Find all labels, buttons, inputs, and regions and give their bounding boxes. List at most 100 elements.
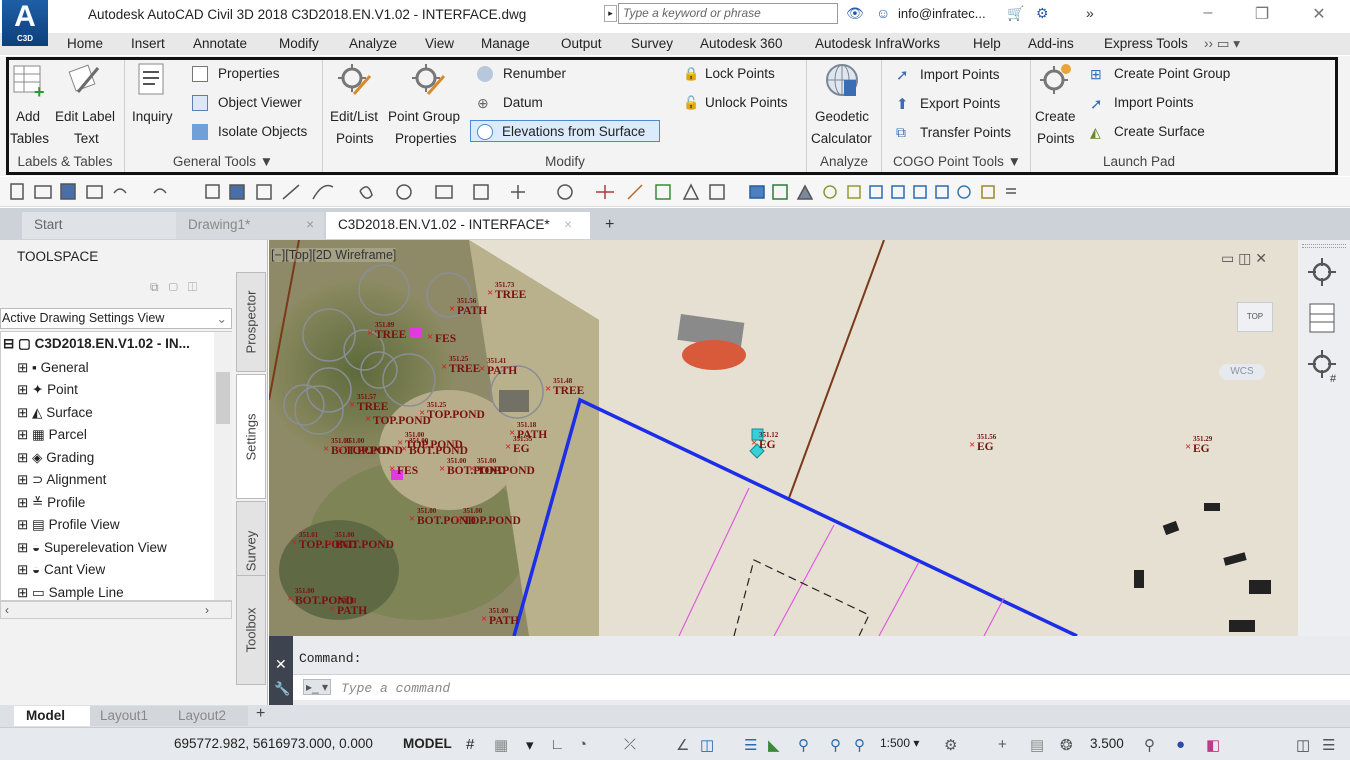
point-marker[interactable]: ×: [419, 407, 425, 419]
tab-annotate[interactable]: Annotate: [193, 36, 247, 51]
grid-icon[interactable]: #: [466, 736, 474, 753]
tab-express-tools[interactable]: Express Tools: [1104, 36, 1188, 51]
tab-autodesk-360[interactable]: Autodesk 360: [700, 36, 783, 51]
auto-scale-icon[interactable]: ⚲: [854, 736, 865, 754]
osnap-tracking-icon[interactable]: ⤫: [624, 736, 636, 753]
autodesk-a360-icon[interactable]: ⚙: [1036, 5, 1049, 22]
point-marker[interactable]: ×: [479, 363, 485, 375]
cart-icon[interactable]: 🛒: [1007, 5, 1024, 22]
tree-item-grading[interactable]: ⊞ ◈ Grading: [17, 450, 94, 466]
search-input[interactable]: Type a keyword or phrase: [618, 3, 838, 24]
tree-root[interactable]: ⊟ ▢ C3D2018.EN.V1.02 - IN...: [3, 336, 190, 352]
export-points-button[interactable]: Export Points: [920, 96, 1000, 111]
command-line-handle[interactable]: ✕ 🔧: [269, 636, 293, 706]
tab-survey[interactable]: Survey: [631, 36, 673, 51]
tree-item-cant-view[interactable]: ⊞ ◒ Cant View: [17, 562, 105, 578]
cursor-coordinates[interactable]: 695772.982, 5616973.000, 0.000: [174, 736, 373, 751]
point-marker[interactable]: ×: [1185, 441, 1191, 453]
new-tab-button[interactable]: +: [598, 212, 624, 239]
inquiry-button[interactable]: Inquiry: [132, 109, 173, 124]
viewport-window-controls[interactable]: ▭ ◫ ✕: [1221, 250, 1267, 267]
properties-button[interactable]: Properties: [218, 66, 280, 81]
tree-item-parcel[interactable]: ⊞ ▦ Parcel: [17, 427, 87, 443]
point-marker[interactable]: ×: [545, 383, 551, 395]
selection-cycling-icon[interactable]: ⚲: [798, 736, 809, 754]
add-tables-button[interactable]: Add: [16, 109, 40, 124]
point-marker[interactable]: ×: [337, 443, 343, 455]
drawing-canvas[interactable]: 351.73× TREE351.56× PATH351.89× TREE × FES351…: [269, 240, 1298, 636]
point-tools-nav-icon[interactable]: [1306, 254, 1342, 290]
drawing-viewport[interactable]: 351.73 × TREE 351.56 × PATH 351.89 × TREE × FES 351…: [269, 240, 1298, 636]
point-marker[interactable]: ×: [481, 613, 487, 625]
point-marker[interactable]: ×: [751, 437, 757, 449]
dropdown-icon[interactable]: ▾: [526, 736, 534, 754]
tree-item-profile[interactable]: ⊞ ≚ Profile: [17, 495, 85, 511]
isolate-icon[interactable]: ❂: [1060, 736, 1073, 754]
tab-layout1[interactable]: Layout1: [90, 706, 170, 726]
customization-menu-icon[interactable]: ☰: [1322, 736, 1335, 754]
3d-osnap-icon[interactable]: ◧: [1206, 736, 1220, 754]
point-marker[interactable]: ×: [329, 603, 335, 615]
tab-insert[interactable]: Insert: [131, 36, 165, 51]
side-tab-settings[interactable]: Settings: [236, 374, 266, 499]
layout-icon[interactable]: ◫: [1296, 736, 1310, 754]
tab-drawing1[interactable]: Drawing1* ×: [176, 212, 324, 239]
snap-icon[interactable]: ▦: [494, 736, 508, 754]
hardware-acceleration-icon[interactable]: ⚲: [1144, 736, 1155, 754]
point-marker[interactable]: ×: [287, 593, 293, 605]
minimize-icon[interactable]: –: [1196, 4, 1220, 22]
tree-horizontal-scrollbar[interactable]: ‹ ›: [0, 601, 232, 619]
point-number-nav-icon[interactable]: #: [1306, 348, 1342, 384]
point-marker[interactable]: ×: [439, 463, 445, 475]
application-menu-button[interactable]: A C3D: [2, 0, 48, 46]
tree-item-profile-view[interactable]: ⊞ ▤ Profile View: [17, 517, 120, 533]
lock-points-button[interactable]: Lock Points: [705, 66, 775, 81]
tree-item-general[interactable]: ⊞ ▪ General: [17, 360, 89, 376]
command-input-row[interactable]: ▸_ ▾ Type a command: [293, 674, 1350, 700]
point-marker[interactable]: ×: [969, 439, 975, 451]
command-prompt-icon[interactable]: ▸_ ▾: [303, 679, 332, 695]
tab-analyze[interactable]: Analyze: [349, 36, 397, 51]
datum-button[interactable]: Datum: [503, 95, 543, 110]
user-signin[interactable]: info@infratec...: [898, 6, 986, 21]
geodetic-calculator-button[interactable]: Geodetic: [815, 109, 869, 124]
edit-list-points-button[interactable]: Edit/List: [330, 109, 378, 124]
restore-icon[interactable]: ❐: [1250, 4, 1274, 24]
tab-model[interactable]: Model: [14, 706, 92, 726]
command-customize-icon[interactable]: 🔧: [274, 681, 290, 697]
elevations-from-surface-button[interactable]: Elevations from Surface: [502, 124, 645, 139]
expand-icon[interactable]: »: [1086, 5, 1094, 21]
panel-title-general-tools[interactable]: General Tools ▼: [128, 154, 318, 169]
point-marker[interactable]: ×: [401, 443, 407, 455]
point-marker[interactable]: ×: [389, 463, 395, 475]
create-surface-button[interactable]: Create Surface: [1114, 124, 1205, 139]
isolate-objects-button[interactable]: Isolate Objects: [218, 124, 307, 139]
tab-start[interactable]: Start: [22, 212, 180, 239]
annotation-monitor-icon[interactable]: +: [998, 736, 1007, 753]
point-marker[interactable]: ×: [349, 399, 355, 411]
elevation-value[interactable]: 3.500: [1090, 736, 1124, 751]
tree-item-superelevation-view[interactable]: ⊞ ◒ Superelevation View: [17, 540, 167, 556]
cogo-import-points-button[interactable]: Import Points: [920, 67, 1000, 82]
tab-view[interactable]: View: [425, 36, 454, 51]
point-marker[interactable]: ×: [449, 303, 455, 315]
point-marker[interactable]: ×: [427, 331, 433, 343]
point-marker[interactable]: ×: [365, 413, 371, 425]
side-tab-prospector[interactable]: Prospector: [236, 272, 266, 372]
tab-home[interactable]: Home: [67, 36, 103, 51]
user-icon[interactable]: ☺: [876, 5, 890, 21]
tab-manage[interactable]: Manage: [481, 36, 530, 51]
create-points-button[interactable]: Create: [1035, 109, 1076, 124]
clean-screen-icon[interactable]: ●: [1176, 736, 1185, 753]
workspace-gear-icon[interactable]: ⚙: [944, 736, 957, 754]
point-marker[interactable]: ×: [367, 327, 373, 339]
object-viewer-button[interactable]: Object Viewer: [218, 95, 302, 110]
point-group-properties-button[interactable]: Point Group: [388, 109, 460, 124]
point-marker[interactable]: ×: [455, 513, 461, 525]
tree-item-sample-line[interactable]: ⊞ ▭ Sample Line: [17, 585, 124, 601]
tab-layout2[interactable]: Layout2: [168, 706, 248, 726]
create-point-group-button[interactable]: Create Point Group: [1114, 66, 1230, 81]
polar-icon[interactable]: ◔: [578, 736, 587, 753]
point-marker[interactable]: ×: [487, 287, 493, 299]
panel-title-modify[interactable]: Modify: [330, 154, 800, 169]
